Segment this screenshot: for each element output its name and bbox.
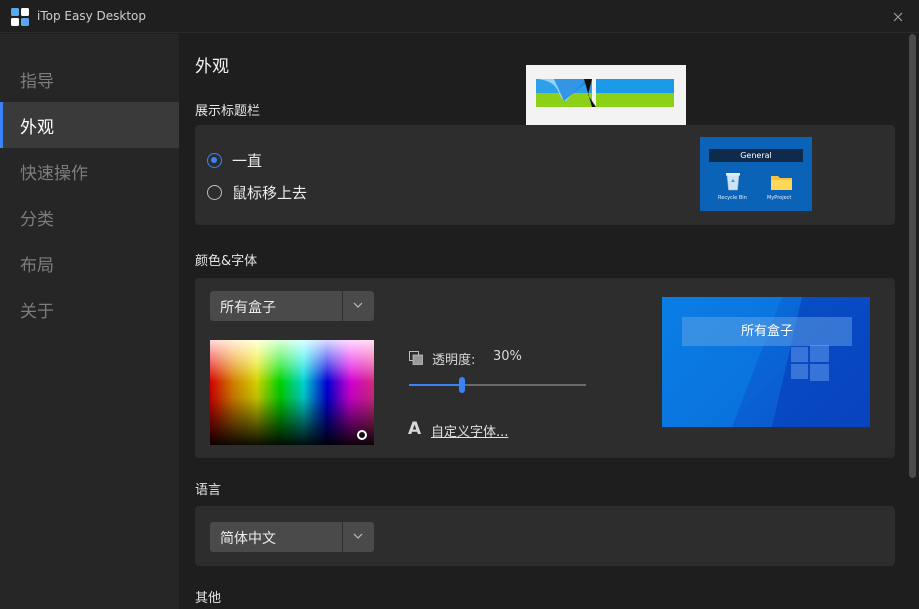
scrollbar[interactable] xyxy=(909,34,916,478)
preview-box-header: General xyxy=(709,149,803,162)
section-title-language: 语言 xyxy=(195,483,222,498)
language-panel: 简体中文 xyxy=(195,506,895,566)
font-icon: A xyxy=(408,419,422,439)
color-picker-handle[interactable] xyxy=(357,430,367,440)
chevron-down-icon xyxy=(353,533,363,539)
section-title-titlebar: 展示标题栏 xyxy=(195,104,261,119)
opacity-icon xyxy=(409,351,423,365)
radio-on-hover[interactable]: 鼠标移上去 xyxy=(207,182,307,203)
folder-icon xyxy=(771,176,792,190)
color-font-panel: 所有盒子 透明度: 30% A 自定义字体... 所有盒子 xyxy=(195,278,895,458)
select-value: 所有盒子 xyxy=(220,300,276,316)
radio-always[interactable]: 一直 xyxy=(207,150,262,171)
custom-font-link[interactable]: 自定义字体... xyxy=(431,421,508,440)
preview-icon-label: MyProject xyxy=(767,195,792,201)
section-title-color-font: 颜色&字体 xyxy=(195,254,258,269)
chevron-down-icon xyxy=(353,302,363,308)
radio-button[interactable] xyxy=(207,153,222,168)
sidebar: 指导 外观 快速操作 分类 布局 关于 xyxy=(0,34,179,609)
color-preview: 所有盒子 xyxy=(662,297,870,427)
window-title: iTop Easy Desktop xyxy=(37,9,146,23)
language-select[interactable]: 简体中文 xyxy=(210,522,374,552)
radio-label: 鼠标移上去 xyxy=(232,184,308,202)
page-title: 外观 xyxy=(195,57,229,77)
radio-label: 一直 xyxy=(232,152,263,170)
select-divider xyxy=(342,291,343,321)
opacity-slider[interactable] xyxy=(409,377,586,393)
sidebar-item-label: 外观 xyxy=(20,117,54,138)
close-icon xyxy=(893,12,903,22)
sidebar-item-label: 布局 xyxy=(20,255,54,276)
app-logo-icon xyxy=(11,8,29,26)
section-title-other: 其他 xyxy=(195,591,222,606)
radio-button[interactable] xyxy=(207,185,222,200)
sidebar-item-label: 分类 xyxy=(20,209,54,230)
select-value: 简体中文 xyxy=(220,531,276,547)
sidebar-item-about[interactable]: 关于 xyxy=(0,286,179,332)
sidebar-item-categories[interactable]: 分类 xyxy=(0,194,179,240)
opacity-value: 30% xyxy=(493,349,522,364)
close-button[interactable] xyxy=(887,6,909,28)
opacity-slider-fill xyxy=(409,384,463,386)
titlebar-panel: 一直 鼠标移上去 General Recycle Bin MyProject xyxy=(195,125,895,225)
sidebar-item-quick-actions[interactable]: 快速操作 xyxy=(0,148,179,194)
sidebar-item-appearance[interactable]: 外观 xyxy=(0,102,179,148)
title-bar: iTop Easy Desktop xyxy=(0,0,919,33)
preview-box-label: 所有盒子 xyxy=(682,317,852,346)
sidebar-item-layout[interactable]: 布局 xyxy=(0,240,179,286)
select-divider xyxy=(342,522,343,552)
main-content: 外观 展示标题栏 一直 鼠标移上去 General Recycle Bin My… xyxy=(179,34,919,609)
title-bar-thumbnail xyxy=(526,65,686,130)
titlebar-preview: General Recycle Bin MyProject xyxy=(700,137,812,211)
color-picker[interactable] xyxy=(210,340,374,445)
preview-icon-label: Recycle Bin xyxy=(718,195,747,201)
windows-logo-icon xyxy=(791,345,829,381)
scope-select[interactable]: 所有盒子 xyxy=(210,291,374,321)
sidebar-item-label: 指导 xyxy=(20,71,54,92)
opacity-slider-thumb[interactable] xyxy=(459,377,466,393)
opacity-label: 透明度: xyxy=(432,353,476,368)
sidebar-item-guide[interactable]: 指导 xyxy=(0,56,179,102)
recycle-bin-icon xyxy=(726,173,740,191)
sidebar-item-label: 快速操作 xyxy=(20,163,88,184)
sidebar-item-label: 关于 xyxy=(20,301,54,322)
